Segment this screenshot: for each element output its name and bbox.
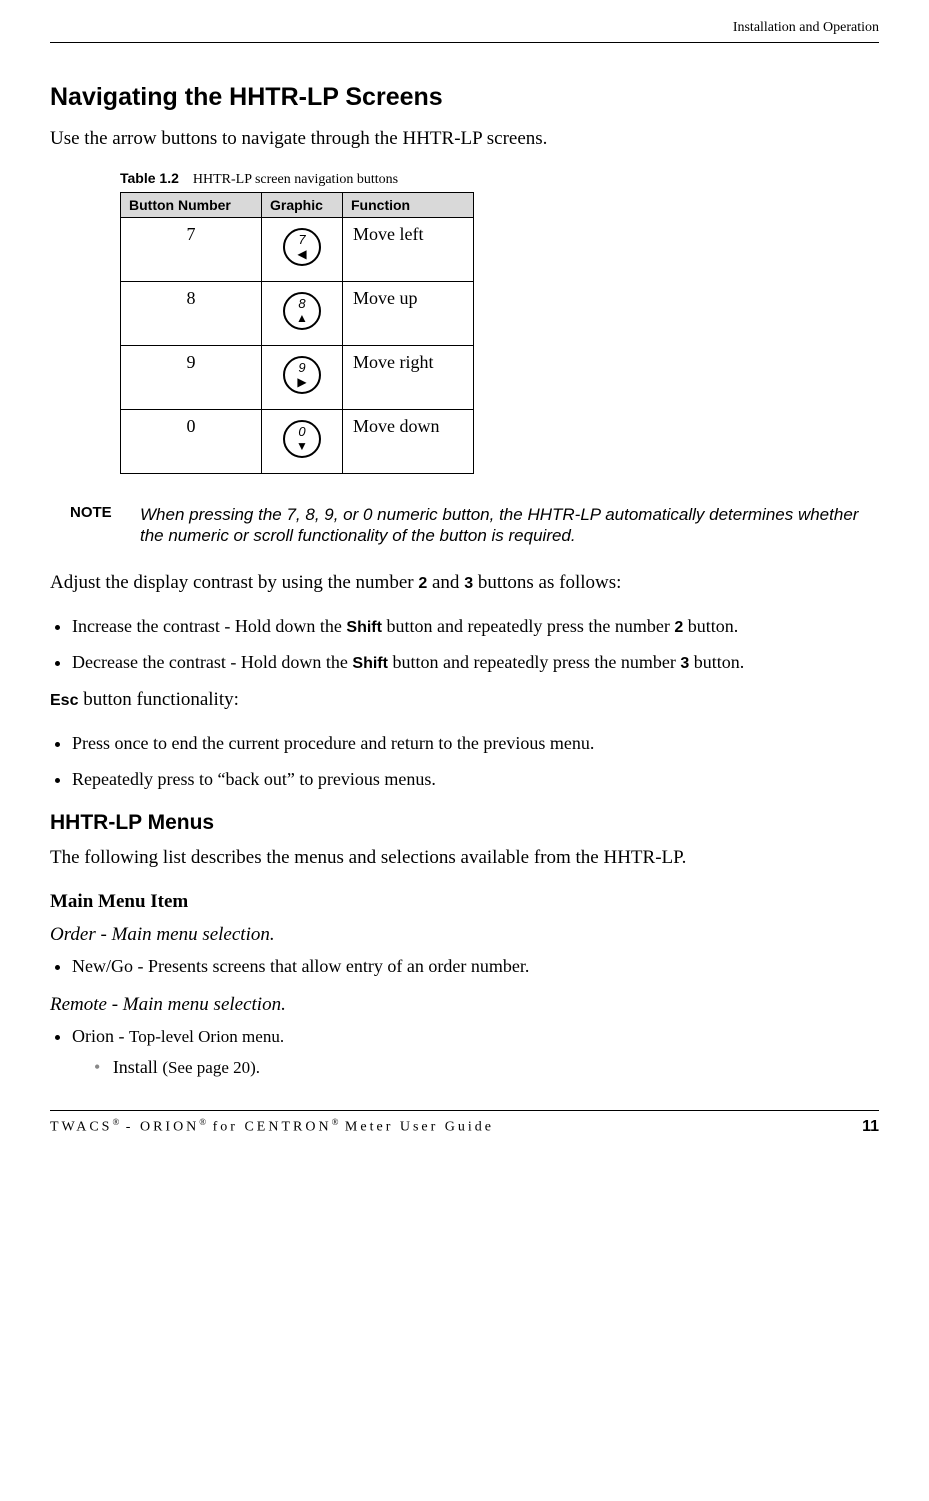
right-arrow-icon: ▶: [285, 376, 319, 388]
footer-left: TWACS® - ORION® for CENTRON® Meter User …: [50, 1117, 494, 1136]
contrast-intro: Adjust the display contrast by using the…: [50, 570, 879, 596]
cell-graphic: 9 ▶: [262, 345, 343, 409]
text: button.: [683, 616, 738, 636]
table-row: 8 8 ▲ Move up: [121, 281, 474, 345]
page: Installation and Operation Navigating th…: [0, 0, 929, 1501]
note-block: NOTE When pressing the 7, 8, 9, or 0 num…: [70, 504, 859, 547]
cell-graphic: 7 ◀: [262, 217, 343, 281]
cell-graphic: 0 ▼: [262, 409, 343, 473]
icon-digit: 9: [285, 360, 319, 375]
list-item: Increase the contrast - Hold down the Sh…: [72, 614, 879, 639]
icon-digit: 8: [285, 296, 319, 311]
header-rule: [50, 42, 879, 43]
th-button-number: Button Number: [121, 192, 262, 217]
key-shift: Shift: [352, 655, 388, 672]
text: Orion -: [72, 1026, 129, 1046]
down-arrow-icon: ▼: [285, 440, 319, 452]
page-header: Installation and Operation: [50, 20, 879, 42]
cell-number: 7: [121, 217, 262, 281]
esc-list: Press once to end the current procedure …: [50, 731, 879, 792]
list-item: New/Go - Presents screens that allow ent…: [72, 954, 879, 978]
table-row: 7 7 ◀ Move left: [121, 217, 474, 281]
header-text: Installation and Operation: [733, 20, 879, 35]
button-9-icon: 9 ▶: [283, 356, 321, 394]
cell-number: 9: [121, 345, 262, 409]
text: Decrease the contrast - Hold down the: [72, 652, 352, 672]
orion-sublist: Install (See page 20).: [72, 1055, 879, 1080]
cell-graphic: 8 ▲: [262, 281, 343, 345]
list-item: Decrease the contrast - Hold down the Sh…: [72, 650, 879, 675]
nav-buttons-table: Button Number Graphic Function 7 7 ◀ Mov…: [120, 192, 474, 474]
text: for CENTRON: [206, 1120, 331, 1135]
key-2: 2: [418, 575, 427, 592]
button-0-icon: 0 ▼: [283, 420, 321, 458]
page-number: 11: [862, 1118, 879, 1136]
key-3: 3: [680, 655, 689, 672]
caption-text: HHTR-LP screen navigation buttons: [193, 172, 398, 187]
table-row: 0 0 ▼ Move down: [121, 409, 474, 473]
list-item: Repeatedly press to “back out” to previo…: [72, 767, 879, 791]
list-item: Press once to end the current procedure …: [72, 731, 879, 755]
page-ref: (See page 20).: [162, 1058, 260, 1077]
cell-function: Move left: [343, 217, 474, 281]
text: TWACS: [50, 1120, 112, 1135]
main-menu-item-heading: Main Menu Item: [50, 889, 879, 915]
text: Install: [113, 1057, 163, 1077]
list-item: Orion - Top-level Orion menu. Install (S…: [72, 1024, 879, 1080]
cell-function: Move down: [343, 409, 474, 473]
cell-function: Move up: [343, 281, 474, 345]
key-shift: Shift: [346, 619, 382, 636]
left-arrow-icon: ◀: [285, 248, 319, 260]
table-caption: Table 1.2 HHTR-LP screen navigation butt…: [120, 170, 809, 188]
key-esc: Esc: [50, 692, 78, 709]
section-title: Navigating the HHTR-LP Screens: [50, 83, 879, 112]
note-label: NOTE: [70, 504, 120, 547]
text: button.: [689, 652, 744, 672]
key-3: 3: [464, 575, 473, 592]
list-item: Install (See page 20).: [94, 1055, 879, 1080]
text: Adjust the display contrast by using the…: [50, 572, 418, 593]
cell-number: 8: [121, 281, 262, 345]
text: buttons as follows:: [473, 572, 621, 593]
up-arrow-icon: ▲: [285, 312, 319, 324]
text: - ORION: [119, 1120, 199, 1135]
esc-heading: Esc button functionality:: [50, 687, 879, 713]
text: button and repeatedly press the number: [382, 616, 674, 636]
table-row: 9 9 ▶ Move right: [121, 345, 474, 409]
text: button functionality:: [78, 689, 238, 710]
icon-digit: 7: [285, 232, 319, 247]
note-text: When pressing the 7, 8, 9, or 0 numeric …: [140, 504, 859, 547]
th-function: Function: [343, 192, 474, 217]
menus-heading: HHTR-LP Menus: [50, 811, 879, 835]
menu-remote: Remote - Main menu selection.: [50, 992, 879, 1018]
footer: TWACS® - ORION® for CENTRON® Meter User …: [50, 1110, 879, 1136]
cell-function: Move right: [343, 345, 474, 409]
text: Meter User Guide: [338, 1120, 494, 1135]
order-list: New/Go - Presents screens that allow ent…: [50, 954, 879, 978]
th-graphic: Graphic: [262, 192, 343, 217]
table-header-row: Button Number Graphic Function: [121, 192, 474, 217]
remote-list: Orion - Top-level Orion menu. Install (S…: [50, 1024, 879, 1080]
key-2: 2: [674, 619, 683, 636]
icon-digit: 0: [285, 424, 319, 439]
menus-intro: The following list describes the menus a…: [50, 845, 879, 871]
intro-text: Use the arrow buttons to navigate throug…: [50, 126, 879, 152]
button-8-icon: 8 ▲: [283, 292, 321, 330]
text: Top-level Orion menu.: [129, 1027, 284, 1046]
cell-number: 0: [121, 409, 262, 473]
text: and: [427, 572, 464, 593]
menu-order: Order - Main menu selection.: [50, 922, 879, 948]
contrast-list: Increase the contrast - Hold down the Sh…: [50, 614, 879, 675]
text: button and repeatedly press the number: [388, 652, 680, 672]
text: Increase the contrast - Hold down the: [72, 616, 346, 636]
button-7-icon: 7 ◀: [283, 228, 321, 266]
caption-label: Table 1.2: [120, 170, 179, 186]
